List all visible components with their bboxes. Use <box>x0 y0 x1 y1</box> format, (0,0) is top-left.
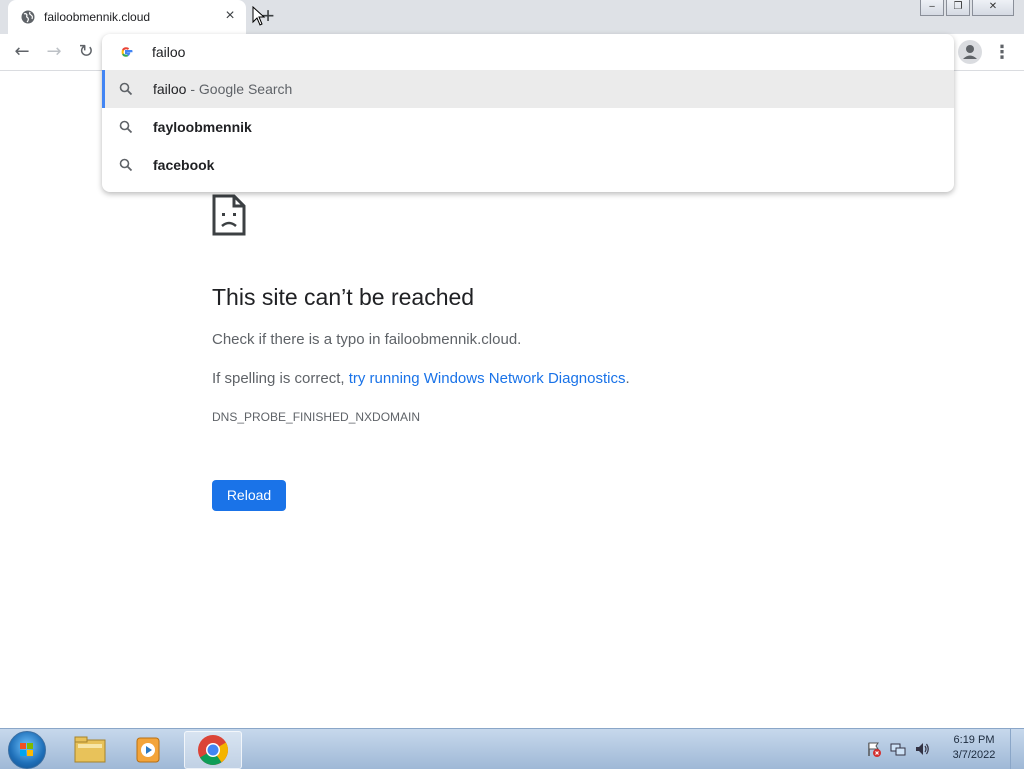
tab-strip: failoobmennik.cloud × + ‒ ❐ ✕ <box>0 0 1024 34</box>
person-icon <box>963 45 977 59</box>
network-diagnostics-link[interactable]: try running Windows Network Diagnostics <box>349 370 626 387</box>
diagnostics-prefix: If spelling is correct, <box>212 370 349 387</box>
browser-menu-button[interactable]: ⋮ <box>992 40 1012 64</box>
forward-button[interactable]: → <box>42 40 66 64</box>
system-clock[interactable]: 6:19 PM 3/7/2022 <box>946 733 1002 763</box>
omnibox-dropdown: failoo failoo - Google Search fayloobmen… <box>102 34 954 192</box>
error-code: DNS_PROBE_FINISHED_NXDOMAIN <box>212 410 421 424</box>
suggestion-separator: - <box>186 81 199 97</box>
network-icon[interactable] <box>890 741 906 757</box>
globe-icon <box>21 10 35 24</box>
tab-close-icon[interactable]: × <box>222 8 238 24</box>
minimize-button[interactable]: ‒ <box>920 0 944 16</box>
omnibox-input[interactable]: failoo <box>152 44 185 60</box>
suggestion-text: fayloobmennik <box>153 119 252 135</box>
suggestion-item[interactable]: facebook <box>102 146 954 184</box>
windows-logo-icon <box>20 743 33 756</box>
windows-taskbar: 6:19 PM 3/7/2022 <box>0 728 1024 769</box>
taskbar-chrome[interactable] <box>184 731 242 769</box>
suggestion-query: failoo <box>153 81 187 97</box>
tab-title: failoobmennik.cloud <box>44 10 151 24</box>
search-icon <box>119 120 133 134</box>
suggestion-text: facebook <box>153 157 214 173</box>
taskbar-explorer[interactable] <box>62 731 118 767</box>
suggestion-query: fayloobmennik <box>153 119 252 135</box>
restore-button[interactable]: ❐ <box>946 0 970 16</box>
folder-icon <box>74 736 106 763</box>
start-button[interactable] <box>8 731 46 769</box>
show-desktop-button[interactable] <box>1010 729 1024 769</box>
mouse-cursor-icon <box>252 6 266 26</box>
suggestion-suffix: Google Search <box>198 81 293 97</box>
chrome-icon <box>198 735 228 765</box>
suggestion-text: failoo - Google Search <box>153 81 292 97</box>
reload-toolbar-button[interactable]: ↻ <box>74 40 98 64</box>
back-button[interactable]: ← <box>10 40 34 64</box>
taskbar-media-player[interactable] <box>120 731 176 767</box>
suggestion-item[interactable]: fayloobmennik <box>102 108 954 146</box>
address-bar[interactable]: failoo <box>102 34 954 70</box>
volume-icon[interactable] <box>914 741 930 757</box>
search-icon <box>119 158 133 172</box>
search-icon <box>119 82 133 96</box>
clock-time: 6:19 PM <box>953 734 995 746</box>
active-tab[interactable]: failoobmennik.cloud × <box>8 0 246 34</box>
reload-button[interactable]: Reload <box>212 480 286 511</box>
suggestion-item[interactable]: failoo - Google Search <box>102 70 954 108</box>
google-g-icon <box>121 47 133 57</box>
action-center-flag-icon[interactable] <box>866 741 882 757</box>
media-player-icon <box>136 737 160 763</box>
window-controls: ‒ ❐ ✕ <box>918 0 1014 18</box>
clock-date: 3/7/2022 <box>952 749 996 761</box>
error-diagnostics-hint: If spelling is correct, try running Wind… <box>212 370 630 387</box>
diagnostics-suffix: . <box>625 370 630 387</box>
sad-page-icon <box>212 194 246 236</box>
error-title: This site can’t be reached <box>212 284 475 310</box>
error-typo-hint: Check if there is a typo in failoobmenni… <box>212 331 522 348</box>
close-window-button[interactable]: ✕ <box>972 0 1014 16</box>
suggestion-query: facebook <box>153 157 215 173</box>
profile-avatar-icon[interactable] <box>958 40 982 64</box>
